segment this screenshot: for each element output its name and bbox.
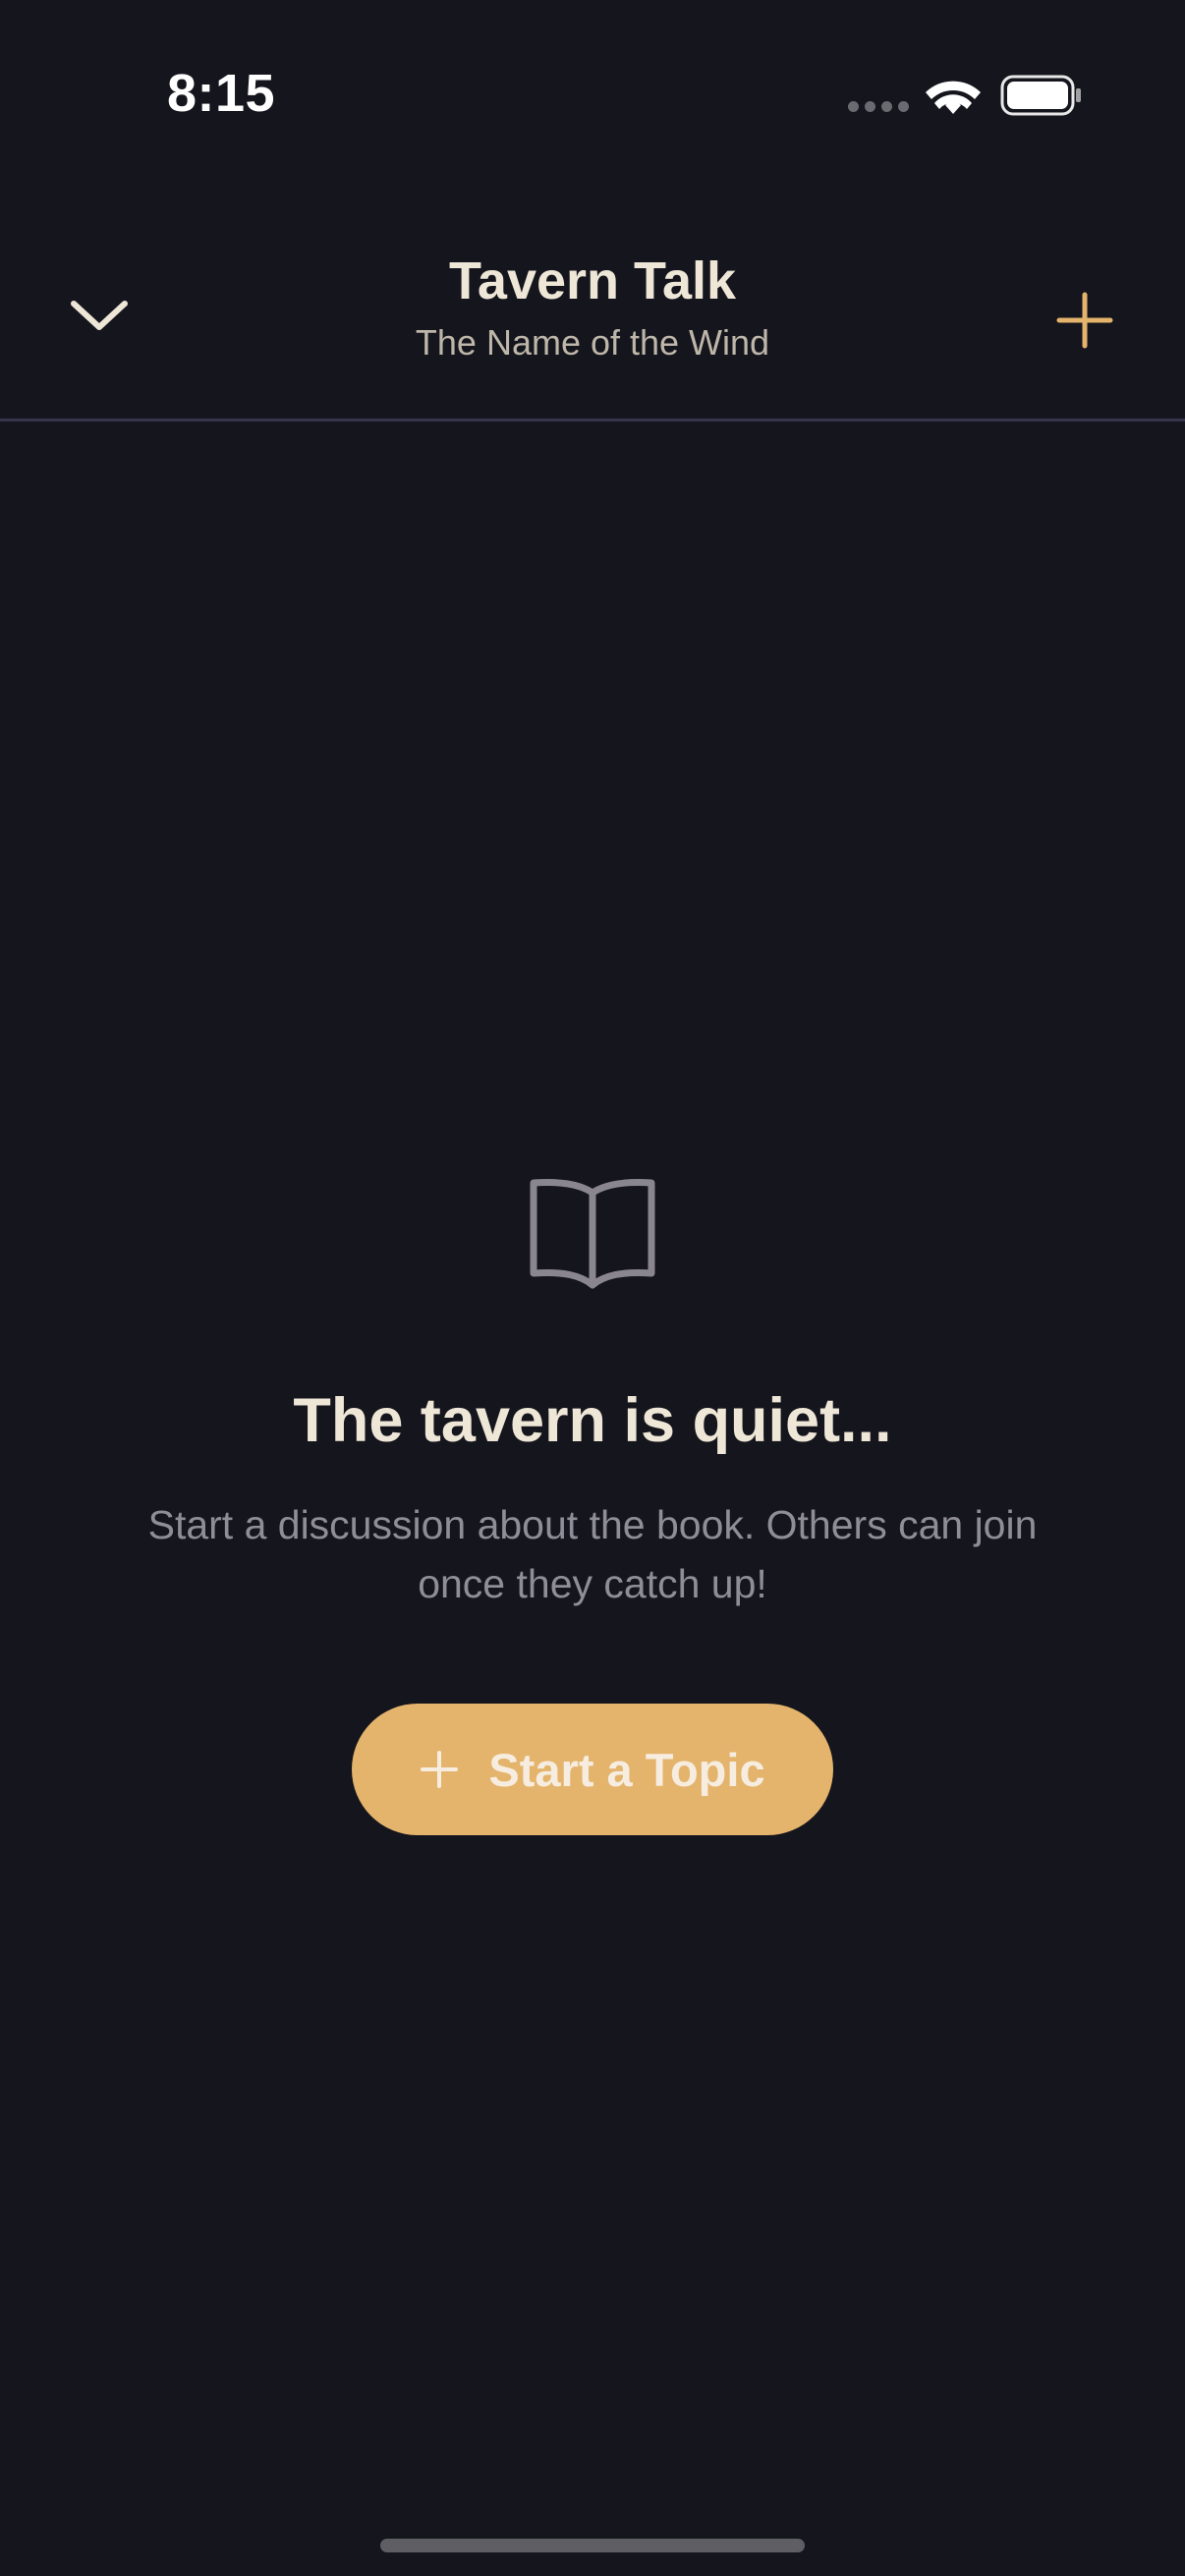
add-topic-button[interactable]: [1036, 271, 1134, 369]
home-indicator[interactable]: [380, 2539, 805, 2552]
wifi-icon: [926, 81, 981, 114]
empty-state-title: The tavern is quiet...: [293, 1386, 892, 1455]
status-time: 8:15: [167, 64, 276, 123]
book-icon: [530, 1179, 655, 1289]
battery-icon: [1000, 75, 1081, 116]
cellular-signal-icon: [848, 101, 909, 112]
start-topic-button[interactable]: Start a Topic: [352, 1704, 833, 1835]
status-bar: 8:15: [0, 0, 1185, 196]
page-title: Tavern Talk: [448, 252, 737, 310]
plus-icon: [1056, 292, 1113, 349]
nav-header: Tavern Talk The Name of the Wind: [0, 196, 1185, 421]
empty-state: The tavern is quiet... Start a discussio…: [0, 1169, 1185, 1613]
book-subtitle: The Name of the Wind: [415, 322, 770, 363]
start-topic-label: Start a Topic: [488, 1743, 765, 1796]
empty-state-description: Start a discussion about the book. Other…: [147, 1502, 1038, 1606]
plus-icon: [421, 1751, 459, 1788]
